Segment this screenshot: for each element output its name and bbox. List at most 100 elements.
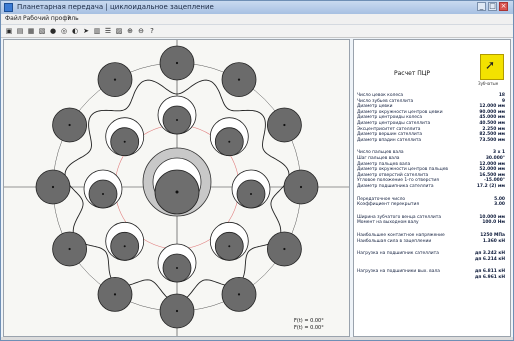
output-pin-center	[250, 193, 252, 195]
wheel-icon[interactable]: ◐	[71, 27, 79, 35]
result-label: Момент на выходном валу	[357, 220, 419, 226]
ring-icon[interactable]: ◎	[60, 27, 68, 35]
layers-icon[interactable]: ☰	[104, 27, 112, 35]
result-label: Наибольшая сила в зацеплении	[357, 238, 432, 244]
output-pin-center	[102, 193, 104, 195]
logo-caption: Зубчатые	[478, 81, 499, 86]
menu-bar: Файл Рабочий профиль ?	[1, 14, 513, 25]
result-label: Число цевок колеса	[357, 93, 404, 98]
result-label: Диаметр цевки	[357, 104, 393, 110]
result-row: Коэффициент перекрытия 3.00	[357, 202, 507, 207]
result-label: Диаметр центроиды сателлита	[357, 121, 431, 126]
app-icon	[4, 3, 13, 12]
result-label: Угловое положение 1-го отверстия	[357, 178, 439, 184]
results-panel: Расчет ПЦР ➚ Зубчатые Число цевок колеса…	[353, 39, 511, 337]
result-row: Диаметр подшипника сателлита 17.2 (2) мм	[357, 184, 507, 189]
logo: ➚	[480, 54, 504, 80]
logo-arrow-icon: ➚	[485, 58, 496, 72]
save-icon[interactable]: ▦	[27, 27, 35, 35]
result-value: 3 x 1	[493, 150, 505, 156]
result-value: 52.000 мм	[479, 167, 505, 173]
minimize-button[interactable]: _	[477, 2, 486, 11]
rotation-readout: F(t) = 0.00° F(t) = 0.00°	[294, 318, 324, 332]
result-row: Нагрузка на подшипники вых. вала дп 6.811…	[357, 269, 507, 274]
result-row: Диаметр окружности центров пальцев 52.000…	[357, 167, 507, 172]
result-value: 82.500 мм	[479, 132, 505, 138]
result-value: -15.000°	[484, 178, 505, 184]
result-value: дп 6.214 кН	[474, 256, 505, 262]
result-row: Диаметр впадин сателлита 73.500 мм	[357, 138, 507, 143]
menu-help[interactable]: ?	[67, 14, 70, 24]
print-icon[interactable]: ▧	[38, 27, 46, 35]
result-row: Диаметр цевки 12.000 мм	[357, 104, 507, 109]
menu-file[interactable]: Файл	[5, 14, 22, 24]
open-icon[interactable]: ▤	[16, 27, 24, 35]
zoom-out-icon[interactable]: ⊖	[137, 27, 145, 35]
gear-drawing-canvas[interactable]: F(t) = 0.00° F(t) = 0.00°	[3, 39, 350, 337]
result-value: 45.000 мм	[479, 115, 505, 121]
status-bar	[1, 337, 513, 340]
zoom-in-icon[interactable]: ⊕	[126, 27, 134, 35]
result-value: 2.250 мм	[482, 126, 505, 132]
result-row: Число цевок колеса 18	[357, 93, 507, 98]
title-bar[interactable]: Планетарная передача | циклоидальное зац…	[1, 1, 513, 14]
result-value: 12.000 мм	[479, 161, 505, 167]
result-row: Эксцентриситет сателлита 2.250 мм	[357, 127, 507, 132]
result-label: Эксцентриситет сателлита	[357, 126, 421, 132]
result-value: дп 6.961 кН	[474, 275, 505, 280]
result-value: 73.500 мм	[479, 137, 505, 143]
pin-center	[237, 293, 241, 296]
grid-icon[interactable]: ▥	[93, 27, 101, 35]
rotation-line-1: F(t) = 0.00°	[294, 318, 324, 324]
result-label: Диаметр пальцев вала	[357, 161, 411, 167]
close-button[interactable]: ×	[499, 2, 508, 11]
maximize-button[interactable]: □	[488, 2, 497, 11]
result-label: Диаметр подшипника сателлита	[357, 184, 434, 189]
result-row: Диаметр вершин сателлита 82.500 мм	[357, 132, 507, 137]
result-row: Число зубьев сателлита 9	[357, 99, 507, 104]
panel-title: Расчет ПЦР	[394, 70, 431, 77]
output-pin-center	[123, 245, 126, 248]
pin-center	[51, 185, 55, 189]
pin-center	[68, 123, 71, 127]
result-label: Число пальцев вала	[357, 150, 404, 156]
result-label: Нагрузка на подшипники вых. вала	[357, 269, 440, 275]
pin-center	[113, 293, 117, 296]
result-value: 30.000°	[485, 156, 505, 161]
help-icon[interactable]: ?	[148, 27, 156, 35]
pin-center	[237, 78, 241, 81]
result-label: Диаметр впадин сателлита	[357, 137, 422, 143]
result-label: Коэффициент перекрытия	[357, 202, 419, 208]
output-pin-center	[123, 140, 126, 143]
result-row: дп 6.214 кН	[357, 257, 507, 262]
application-window: Планетарная передача | циклоидальное зац…	[0, 0, 514, 341]
gear-icon[interactable]: ●	[49, 27, 57, 35]
pin-center	[175, 61, 179, 65]
pin-center	[283, 247, 286, 251]
result-row: Диаметр пальцев вала 12.000 мм	[357, 162, 507, 167]
pin-center	[68, 247, 71, 251]
chart-icon[interactable]: ▨	[115, 27, 123, 35]
result-label: Наибольшее контактное напряжение	[357, 233, 445, 238]
result-value: 40.500 мм	[479, 121, 505, 126]
pin-center	[283, 123, 286, 127]
arrow-icon[interactable]: ➤	[82, 27, 90, 35]
result-value: 1250 МПа	[480, 233, 505, 238]
result-value: 18	[498, 93, 505, 98]
rotation-line-2: F(t) = 0.00°	[294, 325, 324, 331]
pin-center	[299, 185, 303, 189]
result-row: Наибольшая сила в зацеплении 1.360 кН	[357, 239, 507, 244]
result-label: Шаг пальцев вала	[357, 156, 400, 161]
result-label: Нагрузка на подшипник сателлита	[357, 251, 439, 257]
new-icon[interactable]: ▣	[5, 27, 13, 35]
output-pin-center	[228, 245, 231, 248]
result-label: Диаметр окружности центров пальцев	[357, 167, 448, 173]
output-pin-center	[228, 140, 231, 143]
window-title: Планетарная передача | циклоидальное зац…	[17, 3, 214, 11]
result-value: 5.00	[494, 196, 505, 202]
pin-center	[113, 78, 117, 81]
result-row: Нагрузка на подшипник сателлита дп 3.242 …	[357, 251, 507, 256]
menu-profile[interactable]: Рабочий профиль	[23, 14, 79, 24]
result-label: Диаметр центроиды колеса	[357, 115, 423, 121]
result-value: 12.000 мм	[479, 104, 505, 110]
